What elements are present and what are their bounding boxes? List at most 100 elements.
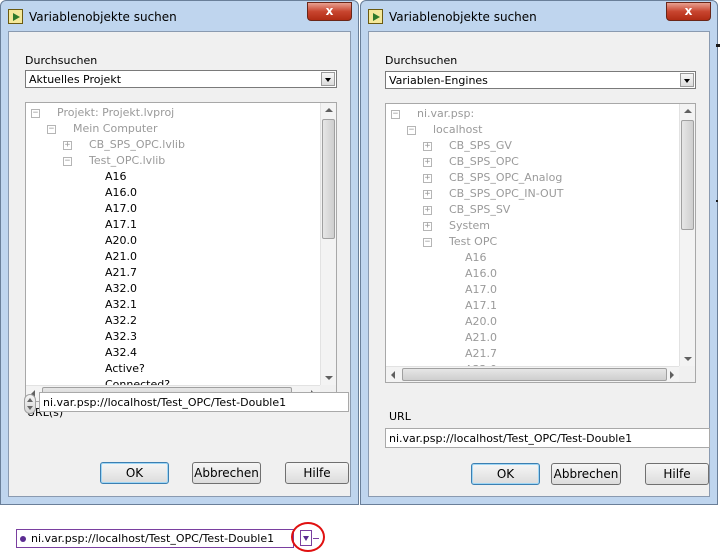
cancel-button[interactable]: Abbrechen: [551, 463, 621, 485]
scroll-up-icon[interactable]: [325, 108, 333, 112]
tree-item[interactable]: A21.7: [26, 265, 320, 281]
tree-item[interactable]: A32.1: [26, 297, 320, 313]
tree-item[interactable]: A16.0: [26, 185, 320, 201]
cancel-button[interactable]: Abbrechen: [192, 462, 261, 484]
expand-icon[interactable]: +: [423, 190, 432, 199]
url-value: ni.var.psp://localhost/Test_OPC/Test-Dou…: [43, 396, 287, 409]
tree-item-label: System: [449, 219, 491, 232]
tree-item-label: A17.1: [105, 218, 138, 231]
help-button[interactable]: Hilfe: [285, 462, 349, 484]
scroll-up-icon[interactable]: [684, 109, 692, 113]
dropdown-arrow-icon[interactable]: [680, 73, 694, 87]
url-field[interactable]: ni.var.psp://localhost/Test_OPC/Test-Dou…: [385, 428, 710, 448]
tree-item[interactable]: + CB_SPS_OPC: [386, 154, 679, 170]
collapse-icon[interactable]: −: [423, 238, 432, 247]
tree-item[interactable]: A17.1: [386, 298, 679, 314]
ok-button[interactable]: OK: [100, 462, 169, 484]
collapse-icon[interactable]: −: [47, 125, 56, 134]
collapse-icon[interactable]: −: [63, 157, 72, 166]
title-bar[interactable]: Variablenobjekte suchen x: [361, 1, 717, 31]
scroll-down-icon[interactable]: [684, 357, 692, 361]
expand-icon[interactable]: +: [423, 222, 432, 231]
expand-icon[interactable]: +: [423, 174, 432, 183]
tree-item-label: Test OPC: [449, 235, 498, 248]
browse-label: Durchsuchen: [385, 54, 458, 67]
collapse-icon[interactable]: −: [391, 110, 400, 119]
tree-item[interactable]: Active?: [26, 361, 320, 377]
tree-item[interactable]: A32.3: [26, 329, 320, 345]
expand-icon[interactable]: +: [63, 141, 72, 150]
expand-icon[interactable]: +: [423, 206, 432, 215]
scroll-down-icon[interactable]: [325, 376, 333, 380]
tree-item[interactable]: A21.7: [386, 346, 679, 362]
tree-item-label: Test_OPC.lvlib: [89, 154, 166, 167]
tree-item[interactable]: Connected?: [26, 377, 320, 385]
tree-item[interactable]: A16: [386, 250, 679, 266]
tree-item[interactable]: − ni.var.psp:: [386, 106, 679, 122]
variable-tree[interactable]: − Projekt: Projekt.lvproj − Mein Computer + C…: [25, 102, 337, 402]
tree-item[interactable]: + CB_SPS_SV: [386, 202, 679, 218]
tree-item-label: A32.0: [105, 282, 138, 295]
vertical-scrollbar[interactable]: [679, 104, 695, 366]
tree-item[interactable]: A32.0: [26, 281, 320, 297]
dropdown-arrow-icon[interactable]: [321, 72, 335, 86]
vertical-scroll-thumb[interactable]: [322, 119, 335, 239]
tree-item-label: A20.0: [105, 234, 138, 247]
variable-path-control[interactable]: ni.var.psp://localhost/Test_OPC/Test-Dou…: [16, 529, 294, 548]
tree-item[interactable]: A17.1: [26, 217, 320, 233]
help-button[interactable]: Hilfe: [645, 463, 709, 485]
tree-item[interactable]: A20.0: [386, 314, 679, 330]
browse-source-select[interactable]: Variablen-Engines: [385, 71, 696, 89]
tree-item[interactable]: − Projekt: Projekt.lvproj: [26, 105, 320, 121]
tree-rows: − Projekt: Projekt.lvproj − Mein Computer + C…: [26, 103, 320, 385]
expand-icon[interactable]: +: [423, 142, 432, 151]
tree-item[interactable]: A17.0: [386, 282, 679, 298]
vertical-scroll-thumb[interactable]: [681, 120, 694, 230]
tree-item[interactable]: − Mein Computer: [26, 121, 320, 137]
horizontal-scroll-thumb[interactable]: [402, 368, 667, 381]
url-field[interactable]: ni.var.psp://localhost/Test_OPC/Test-Dou…: [39, 392, 349, 412]
url-value: ni.var.psp://localhost/Test_OPC/Test-Dou…: [389, 432, 633, 445]
tree-item[interactable]: − localhost: [386, 122, 679, 138]
tree-item-label: A32.3: [105, 330, 138, 343]
variable-tree[interactable]: − ni.var.psp: − localhost + CB_SPS_GV + CB_SPS_…: [385, 103, 696, 383]
tree-item[interactable]: + System: [386, 218, 679, 234]
tree-item-label: A17.1: [465, 299, 498, 312]
tree-item[interactable]: A17.0: [26, 201, 320, 217]
tree-item[interactable]: + CB_SPS_OPC_IN-OUT: [386, 186, 679, 202]
tree-item-label: A16.0: [105, 186, 138, 199]
tree-item-label: CB_SPS_OPC_Analog: [449, 171, 563, 184]
tree-item[interactable]: − Test OPC: [386, 234, 679, 250]
close-button[interactable]: x: [666, 2, 711, 21]
tree-item[interactable]: + CB_SPS_OPC.lvlib: [26, 137, 320, 153]
collapse-icon[interactable]: −: [31, 109, 40, 118]
tree-item[interactable]: − Test_OPC.lvlib: [26, 153, 320, 169]
labview-app-icon: [368, 9, 383, 24]
labview-app-icon: [8, 9, 23, 24]
tree-item-label: A21.0: [105, 250, 138, 263]
collapse-icon[interactable]: −: [407, 126, 416, 135]
tree-item-label: A20.0: [465, 315, 498, 328]
tree-item[interactable]: + CB_SPS_OPC_Analog: [386, 170, 679, 186]
tree-item[interactable]: A21.0: [386, 330, 679, 346]
tree-item[interactable]: A16.0: [386, 266, 679, 282]
tree-item[interactable]: A16: [26, 169, 320, 185]
tree-item[interactable]: A21.0: [26, 249, 320, 265]
url-index-spinner[interactable]: [24, 394, 36, 414]
scroll-left-icon[interactable]: [391, 371, 395, 379]
ok-button[interactable]: OK: [471, 463, 540, 485]
tree-item[interactable]: A32.4: [26, 345, 320, 361]
tree-item-label: CB_SPS_OPC: [449, 155, 519, 168]
title-bar[interactable]: Variablenobjekte suchen x: [1, 1, 358, 31]
tree-item[interactable]: + CB_SPS_GV: [386, 138, 679, 154]
scroll-right-icon[interactable]: [670, 371, 674, 379]
tree-item-label: ni.var.psp:: [417, 107, 475, 120]
expand-icon[interactable]: +: [423, 158, 432, 167]
close-button[interactable]: x: [307, 2, 352, 21]
browse-source-select[interactable]: Aktuelles Projekt: [25, 70, 337, 88]
tree-item-label: A21.0: [465, 331, 498, 344]
tree-item[interactable]: A20.0: [26, 233, 320, 249]
tree-item[interactable]: A32.2: [26, 313, 320, 329]
vertical-scrollbar[interactable]: [320, 103, 336, 385]
horizontal-scrollbar[interactable]: [386, 366, 679, 382]
